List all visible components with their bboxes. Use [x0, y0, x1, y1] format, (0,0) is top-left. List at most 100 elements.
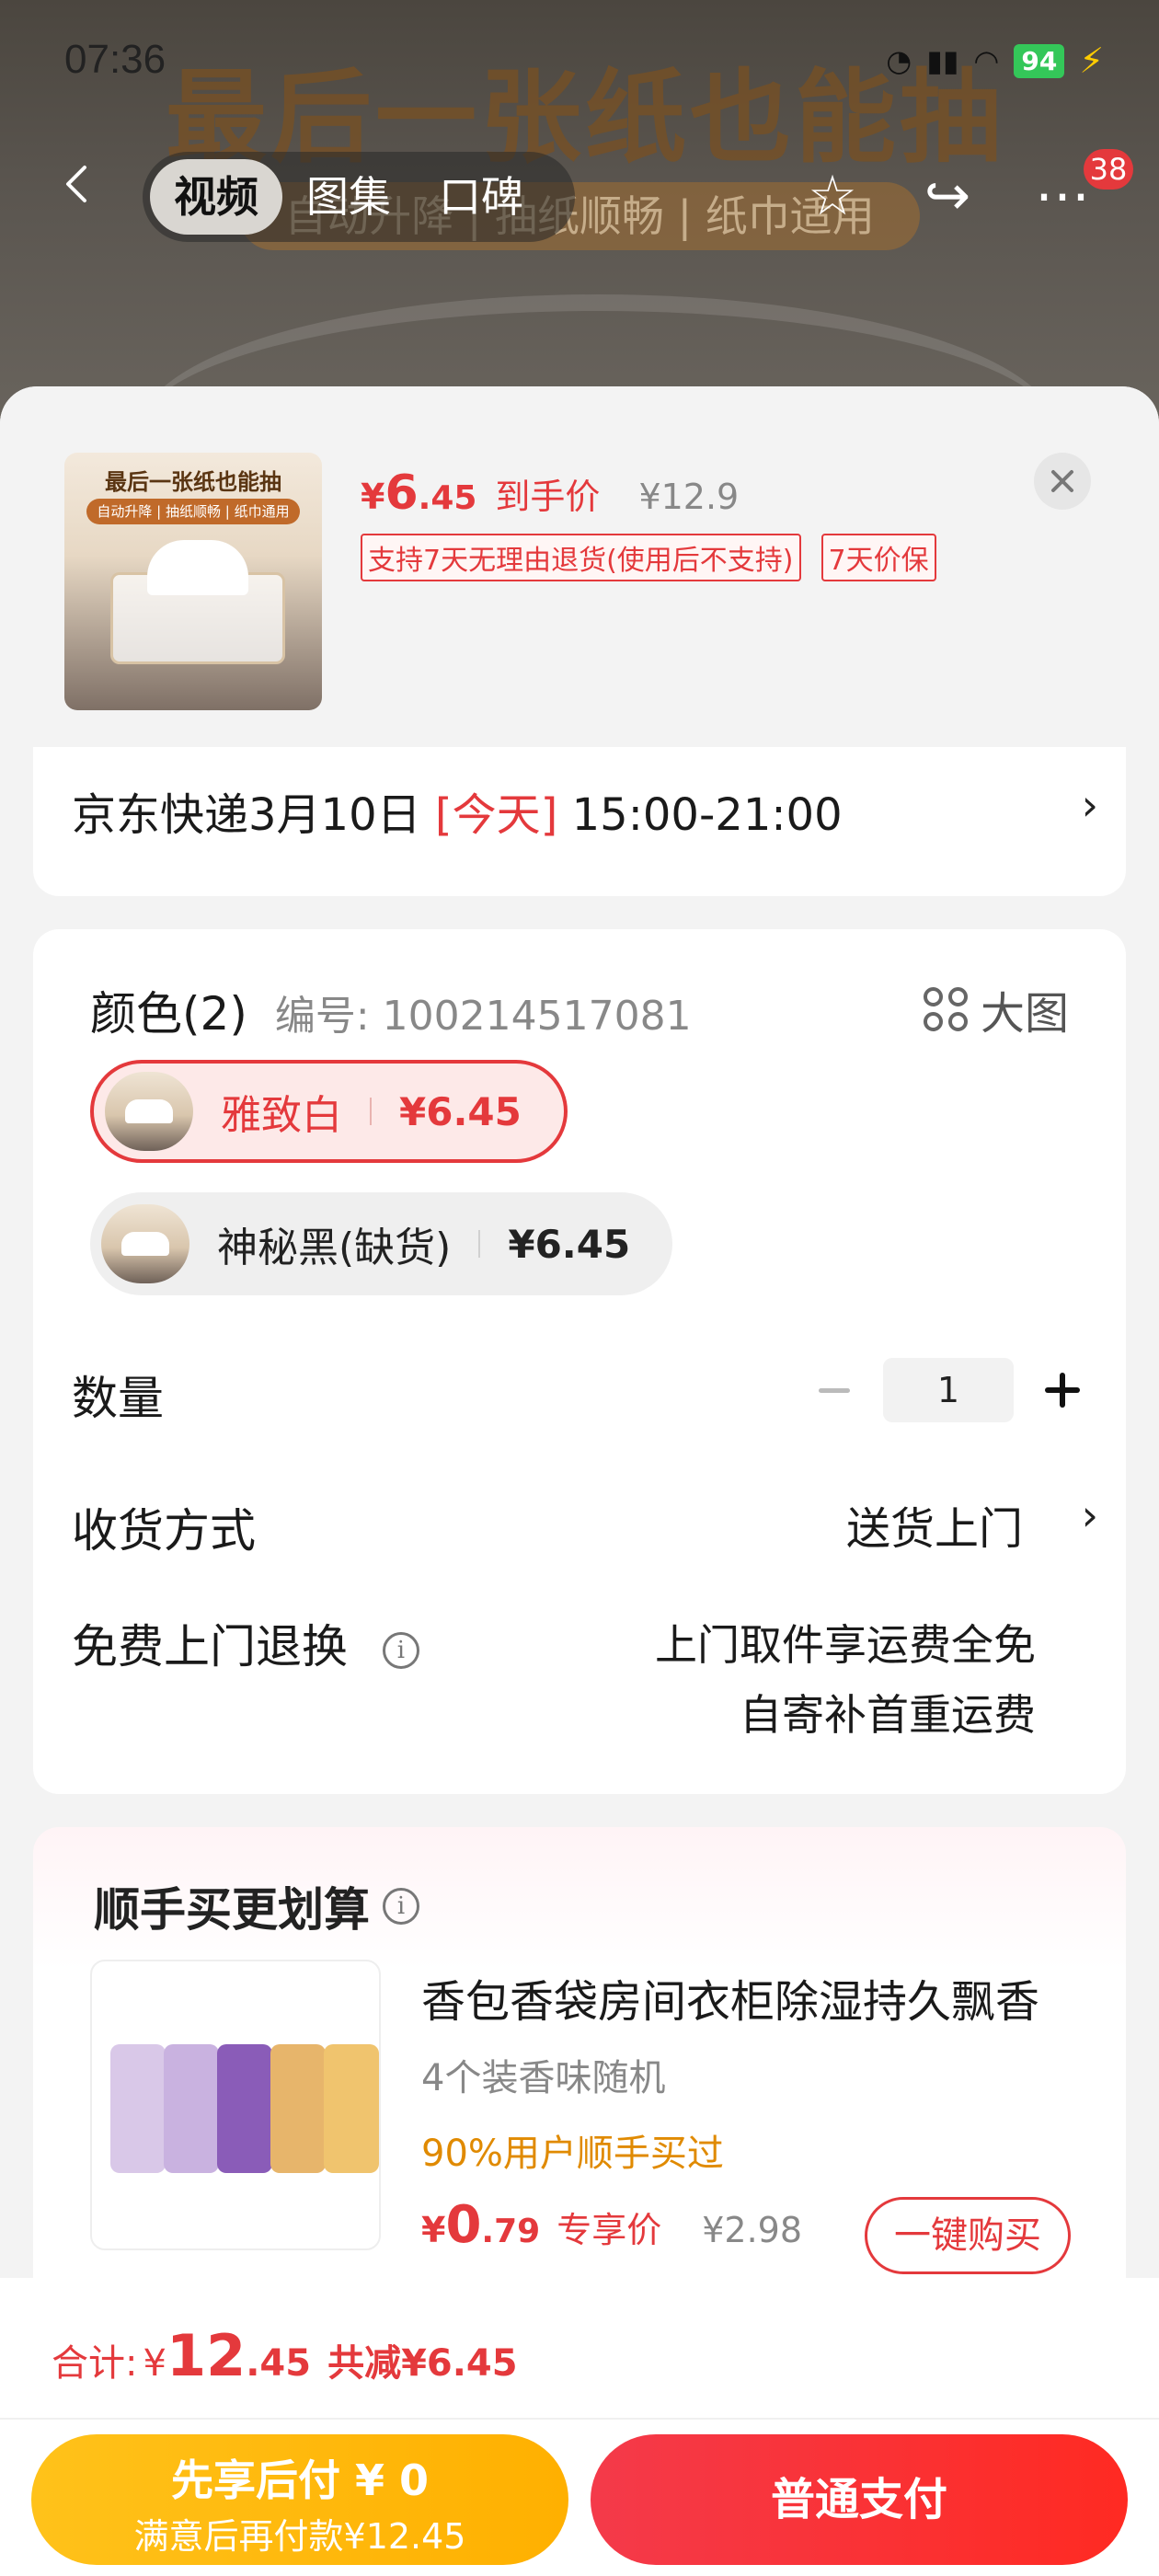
return-service-details: 上门取件享运费全免 自寄补首重运费 — [655, 1610, 1036, 1750]
wifi-icon: ◠ — [973, 43, 1000, 78]
variant-price: ¥6.45 — [399, 1088, 522, 1134]
tab-reviews[interactable]: 口碑 — [415, 159, 547, 235]
total-label: 合计: — [52, 2342, 138, 2385]
price-label: 到手价 — [495, 477, 601, 517]
info-icon[interactable]: i — [382, 1631, 419, 1669]
shipping-window: 15:00-21:00 — [571, 789, 843, 841]
back-arrow-icon[interactable] — [57, 164, 98, 204]
pay-later-title: 先享后付 ¥ 0 — [170, 2455, 430, 2505]
product-thumbnail[interactable]: 最后一张纸也能抽 自动升降 | 抽纸顺畅 | 纸巾通用 — [64, 453, 322, 710]
shipping-today: [今天] — [434, 789, 558, 841]
one-click-buy-button[interactable]: 一键购买 — [865, 2197, 1071, 2274]
variant-separator — [370, 1098, 372, 1125]
big-view-button[interactable]: 大图 — [923, 977, 1069, 1041]
variant-option-white[interactable]: 雅致白 ¥6.45 — [90, 1060, 568, 1163]
total-savings: 共减¥6.45 — [327, 2342, 518, 2385]
spec-card: 颜色(2) 编号: 100214517081 大图 雅致白 ¥6.45 神秘黑 … — [33, 929, 1126, 1794]
minus-icon[interactable] — [811, 1367, 857, 1413]
recommendation-title: 顺手买更划算 i — [94, 1873, 419, 1939]
close-button[interactable] — [1034, 453, 1091, 510]
color-title: 颜色(2) — [90, 987, 247, 1041]
total-summary: 合计: ¥ 12 .45 共减¥6.45 — [52, 2322, 518, 2389]
purchase-sheet: 最后一张纸也能抽 自动升降 | 抽纸顺畅 | 纸巾通用 ¥ 6 .45 到手价 … — [0, 386, 1159, 2576]
quantity-label: 数量 — [72, 1372, 164, 1425]
recommendation-name[interactable]: 香包香袋房间衣柜除湿持久飘香 — [421, 1965, 1039, 2030]
message-badge: 38 — [1084, 149, 1133, 190]
return-label-text: 免费上门退换 — [72, 1620, 348, 1673]
recommendation-title-text: 顺手买更划算 — [94, 1883, 370, 1937]
variant-stock-status: (缺货) — [339, 1225, 452, 1271]
sachet-graphic — [164, 2044, 219, 2173]
recommendation-spec: 4个装香味随机 — [421, 2057, 666, 2099]
reco-price-decimal: .79 — [481, 2213, 541, 2250]
price-currency: ¥ — [361, 477, 385, 517]
sachet-graphic — [270, 2044, 326, 2173]
original-price: ¥12.9 — [638, 477, 740, 517]
price-row: ¥ 6 .45 到手价 ¥12.9 — [361, 466, 739, 521]
thumb-tag: 自动升降 | 抽纸顺畅 | 纸巾通用 — [86, 499, 300, 524]
reco-price-integer: 0 — [445, 2195, 482, 2255]
reco-price-currency: ¥ — [421, 2210, 446, 2250]
variant-option-black[interactable]: 神秘黑 (缺货) ¥6.45 — [90, 1192, 673, 1295]
return-line-1: 上门取件享运费全免 — [655, 1620, 1036, 1670]
alarm-icon: ◔ — [886, 43, 912, 78]
quantity-value[interactable]: 1 — [883, 1358, 1014, 1422]
sheet-header: 最后一张纸也能抽 自动升降 | 抽纸顺畅 | 纸巾通用 ¥ 6 .45 到手价 … — [0, 386, 1159, 747]
recommendation-social-proof: 90%用户顺手买过 — [421, 2133, 724, 2175]
service-tags: 支持7天无理由退货(使用后不支持) 7天价保 — [361, 534, 936, 581]
share-icon[interactable]: ↪ — [915, 164, 980, 228]
variant-price: ¥6.45 — [508, 1221, 631, 1267]
total-currency: ¥ — [143, 2342, 166, 2385]
reco-original-price: ¥2.98 — [702, 2210, 803, 2250]
sachet-graphic — [217, 2044, 272, 2173]
sachet-graphic — [110, 2044, 166, 2173]
variant-thumbnail — [101, 1204, 189, 1283]
shipping-carrier-date: 京东快递3月10日 — [72, 789, 421, 841]
sachet-graphic — [324, 2044, 379, 2173]
delivery-label: 收货方式 — [72, 1504, 256, 1558]
quantity-stepper: 1 — [811, 1358, 1085, 1422]
delivery-method-value[interactable]: 送货上门 — [846, 1492, 1023, 1557]
price-decimal: .45 — [418, 479, 477, 517]
grid-icon — [923, 987, 968, 1031]
price-protect-tag: 7天价保 — [820, 534, 936, 581]
pay-button[interactable]: 普通支付 — [591, 2434, 1128, 2565]
variant-thumbnail — [105, 1072, 193, 1151]
price-integer: 6 — [384, 466, 419, 521]
variant-name: 神秘黑 — [217, 1225, 339, 1271]
plus-icon[interactable] — [1039, 1367, 1085, 1413]
shipping-card[interactable]: 京东快递3月10日 [今天] 15:00-21:00 › — [33, 747, 1126, 896]
checkout-bar: 合计: ¥ 12 .45 共减¥6.45 先享后付 ¥ 0 满意后再付款¥12.… — [0, 2278, 1159, 2576]
variant-separator — [478, 1230, 481, 1258]
recommendation-image[interactable] — [90, 1960, 381, 2250]
shipping-info: 京东快递3月10日 [今天] 15:00-21:00 — [72, 778, 843, 843]
tissue-graphic — [147, 540, 248, 595]
signal-icon: ▮▮ — [926, 43, 959, 78]
return-line-2: 自寄补首重运费 — [740, 1690, 1036, 1740]
charging-icon: ⚡ — [1079, 40, 1104, 81]
spec-header: 颜色(2) 编号: 100214517081 — [90, 977, 692, 1043]
recommendation-price: ¥ 0 .79 专享价 ¥2.98 — [421, 2195, 802, 2255]
return-service-label: 免费上门退换 i — [72, 1610, 419, 1676]
return-policy-tag: 支持7天无理由退货(使用后不支持) — [361, 534, 801, 581]
divider — [0, 2418, 1159, 2420]
tab-video[interactable]: 视频 — [150, 159, 282, 235]
status-time: 07:36 — [64, 37, 166, 82]
total-decimal: .45 — [246, 2342, 312, 2385]
variant-name: 雅致白 — [221, 1092, 342, 1139]
chevron-right-icon[interactable]: › — [1082, 1490, 1098, 1540]
battery-indicator: 94 — [1014, 43, 1065, 78]
reco-price-label: 专享价 — [557, 2210, 662, 2250]
product-code: 编号: 100214517081 — [274, 993, 692, 1040]
pay-later-button[interactable]: 先享后付 ¥ 0 满意后再付款¥12.45 — [31, 2434, 568, 2565]
status-icons: ◔ ▮▮ ◠ 94 ⚡ — [886, 40, 1104, 81]
total-integer: 12 — [166, 2322, 247, 2389]
info-icon[interactable]: i — [383, 1888, 419, 1925]
tab-gallery[interactable]: 图集 — [282, 159, 415, 235]
favorite-star-icon[interactable]: ☆ — [800, 164, 865, 228]
thumb-title: 最后一张纸也能抽 — [105, 469, 281, 495]
media-tabs: 视频 图集 口碑 — [143, 152, 575, 242]
pay-later-subtitle: 满意后再付款¥12.45 — [133, 2516, 466, 2557]
chevron-right-icon: › — [1081, 780, 1098, 830]
close-icon — [1051, 470, 1073, 492]
